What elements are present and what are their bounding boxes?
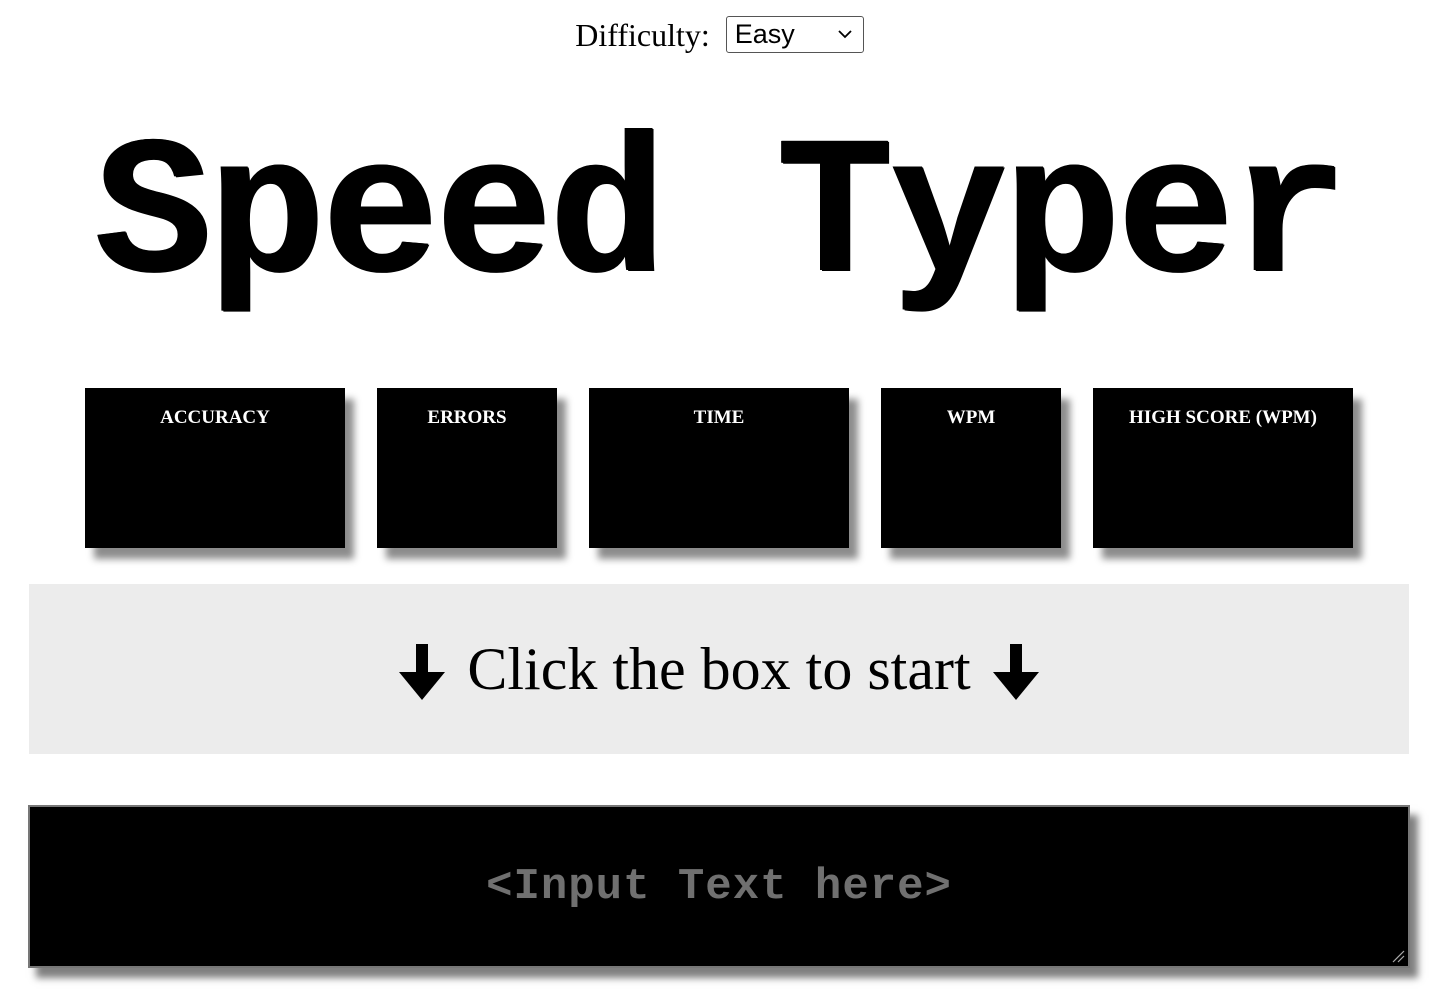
difficulty-select[interactable]: Easy (725, 16, 864, 54)
stat-card-wpm: WPM (881, 388, 1061, 548)
arrow-down-icon (399, 644, 446, 700)
stat-card-errors: ERRORS (377, 388, 557, 548)
stat-label-wpm: WPM (946, 407, 996, 428)
stat-label-accuracy: ACCURACY (160, 407, 270, 428)
stat-card-high-score: HIGH SCORE (WPM) (1093, 388, 1353, 548)
chevron-down-icon (838, 30, 852, 39)
stat-card-accuracy: ACCURACY (85, 388, 345, 548)
resize-handle-icon[interactable] (1391, 949, 1405, 963)
difficulty-control: Difficulty: Easy (0, 12, 1439, 54)
stat-label-errors: ERRORS (427, 407, 507, 428)
page-title: Speed Typer (94, 107, 1349, 329)
typing-input-placeholder: <Input Text here> (486, 861, 952, 912)
start-prompt-banner: Click the box to start (29, 584, 1409, 754)
arrow-down-icon (992, 644, 1039, 700)
stat-card-time: TIME (589, 388, 849, 548)
stat-label-time: TIME (693, 407, 745, 428)
stats-panel: ACCURACY ERRORS TIME WPM HIGH SCORE (WPM… (0, 388, 1439, 548)
difficulty-label: Difficulty: (575, 16, 710, 53)
difficulty-selected-value: Easy (734, 19, 795, 50)
stat-label-high-score: HIGH SCORE (WPM) (1129, 407, 1317, 428)
typing-input[interactable]: <Input Text here> (28, 805, 1410, 968)
start-prompt-text: Click the box to start (467, 636, 971, 702)
